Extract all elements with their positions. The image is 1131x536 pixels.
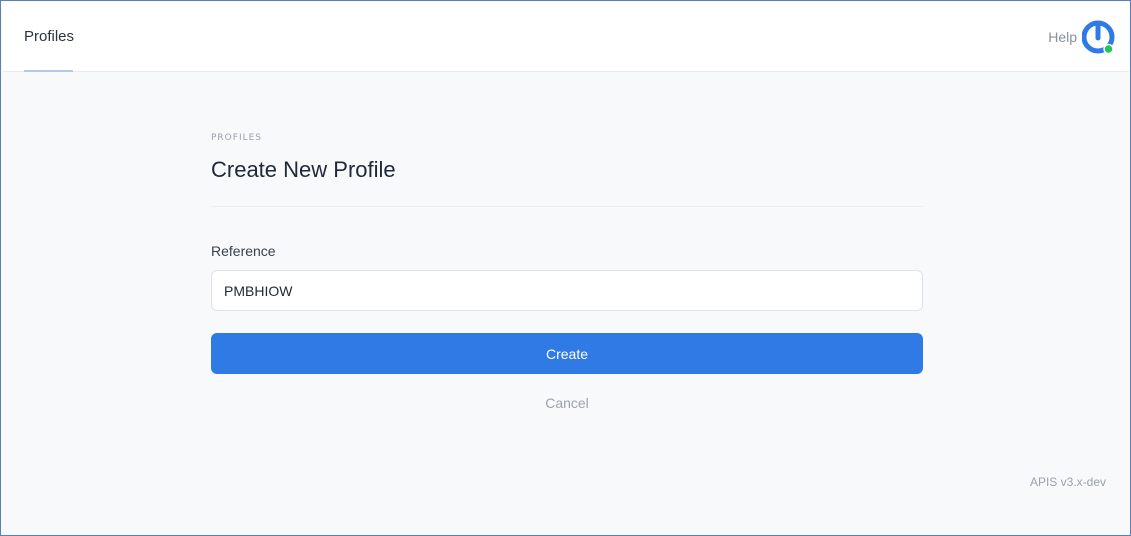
cancel-button[interactable]: Cancel (211, 395, 923, 411)
active-tab-indicator (24, 70, 73, 72)
reference-label: Reference (211, 243, 276, 259)
title-divider (211, 206, 923, 207)
app-window: Profiles Help PROFILES Create New Profil… (0, 0, 1131, 536)
section-label: PROFILES (211, 133, 263, 143)
create-button[interactable]: Create (211, 333, 923, 374)
top-navigation-bar: Profiles Help (2, 2, 1129, 72)
reference-input[interactable] (211, 270, 923, 311)
help-link[interactable]: Help (1048, 29, 1077, 45)
page-title: Create New Profile (211, 157, 396, 182)
version-label: APIS v3.x-dev (1029, 475, 1106, 489)
tab-profiles[interactable]: Profiles (24, 28, 74, 45)
power-logo-icon[interactable] (1081, 20, 1116, 56)
